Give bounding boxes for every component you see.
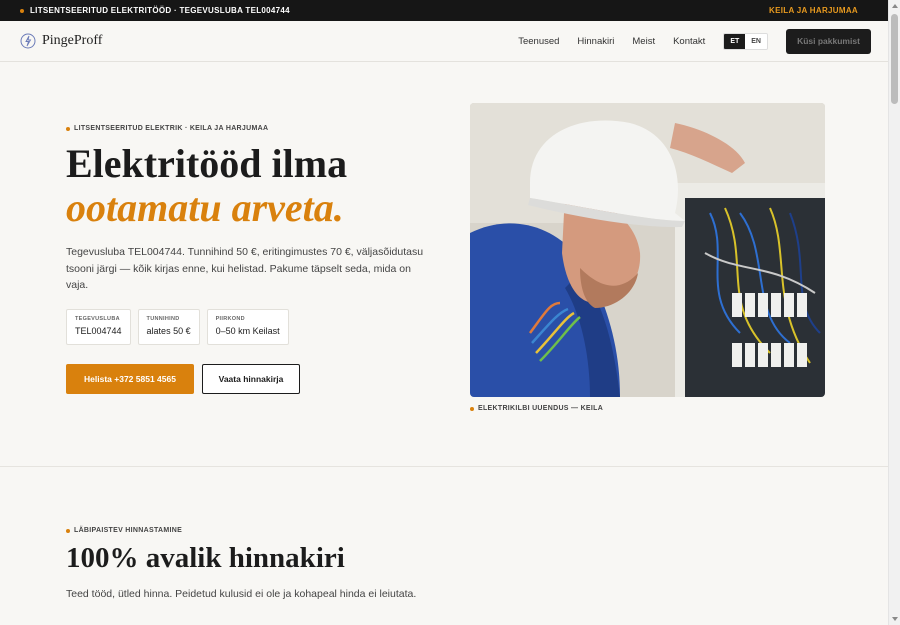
logo-text: PingeProff <box>42 33 103 48</box>
pricing-eyebrow-text: LÄBIPAISTEV HINNASTAMINE <box>74 527 183 534</box>
nav-item-meist[interactable]: Meist <box>632 36 655 47</box>
hero-title-accent: ootamatu arveta. <box>66 185 344 230</box>
pricing-eyebrow: LÄBIPAISTEV HINNASTAMINE <box>66 527 182 534</box>
scroll-up-arrow-icon[interactable] <box>892 4 898 8</box>
stat-value: alates 50 € <box>146 326 191 336</box>
pricing-title: 100% avalik hinnakiri <box>66 542 345 574</box>
page-scrollbar[interactable] <box>888 0 900 625</box>
hero-title: Elektritööd ilma ootamatu arveta. <box>66 142 347 230</box>
license-info: LITSENTSEERITUD ELEKTRITÖÖD · TEGEVUSLUB… <box>20 6 290 15</box>
nav-item-teenused[interactable]: Teenused <box>518 36 559 47</box>
scrollbar-thumb[interactable] <box>891 14 898 104</box>
stat-label: TEGEVUSLUBA <box>75 316 120 322</box>
stat-card-license: TEGEVUSLUBA TEL004744 <box>66 309 131 345</box>
photo-caption: ELEKTRIKILBI UUENDUS — KEILA <box>470 405 603 412</box>
pricing-description: Teed tööd, ütled hinna. Peidetud kulusid… <box>66 588 417 600</box>
logo[interactable]: PingeProff <box>20 33 102 49</box>
bullet-dot-icon <box>20 8 24 13</box>
bullet-dot-icon <box>470 406 474 411</box>
bullet-dot-icon <box>66 528 70 533</box>
stat-value: 0–50 km Keilast <box>215 326 280 336</box>
lang-et-button[interactable]: ET <box>724 33 746 49</box>
main-navigation: PingeProff Teenused Hinnakiri Meist Kont… <box>0 21 888 62</box>
bullet-dot-icon <box>66 126 70 131</box>
photo-caption-text: ELEKTRIKILBI UUENDUS — KEILA <box>478 405 604 412</box>
hero-description: Tegevusluba TEL004744. Tunnihind 50 €, e… <box>66 246 424 291</box>
scroll-down-arrow-icon[interactable] <box>892 617 898 621</box>
nav-item-hinnakiri[interactable]: Hinnakiri <box>577 36 614 47</box>
nav-menu: Teenused Hinnakiri Meist Kontakt <box>518 36 705 47</box>
region-text: KEILA JA HARJUMAA <box>769 6 858 15</box>
view-pricing-button[interactable]: Vaata hinnakirja <box>202 364 300 394</box>
section-divider <box>0 466 888 467</box>
hero-eyebrow: LITSENTSEERITUD ELEKTRIK · KEILA JA HARJ… <box>66 125 268 132</box>
lightning-logo-icon <box>20 33 36 49</box>
lang-en-button[interactable]: EN <box>745 33 767 49</box>
language-switcher: ET EN <box>723 32 768 50</box>
license-text: LITSENTSEERITUD ELEKTRITÖÖD · TEGEVUSLUB… <box>30 6 290 15</box>
stat-value: TEL004744 <box>75 326 122 336</box>
electrician-illustration <box>470 103 825 397</box>
hero-eyebrow-text: LITSENTSEERITUD ELEKTRIK · KEILA JA HARJ… <box>74 125 269 132</box>
hero-title-line1: Elektritööd ilma <box>66 141 348 186</box>
top-announcement-bar: LITSENTSEERITUD ELEKTRITÖÖD · TEGEVUSLUB… <box>0 0 888 21</box>
hero-stats: TEGEVUSLUBA TEL004744 TUNNIHIND alates 5… <box>66 309 289 345</box>
stat-label: PIIRKOND <box>215 316 245 322</box>
stat-card-rate: TUNNIHIND alates 50 € <box>137 309 200 345</box>
call-phone-button[interactable]: Helista +372 5851 4565 <box>66 364 194 394</box>
stat-card-area: PIIRKOND 0–50 km Keilast <box>206 309 289 345</box>
hero-photo-electrician <box>470 103 825 397</box>
request-quote-button[interactable]: Küsi pakkumist <box>786 28 871 54</box>
stat-label: TUNNIHIND <box>146 316 180 322</box>
nav-item-kontakt[interactable]: Kontakt <box>673 36 705 47</box>
